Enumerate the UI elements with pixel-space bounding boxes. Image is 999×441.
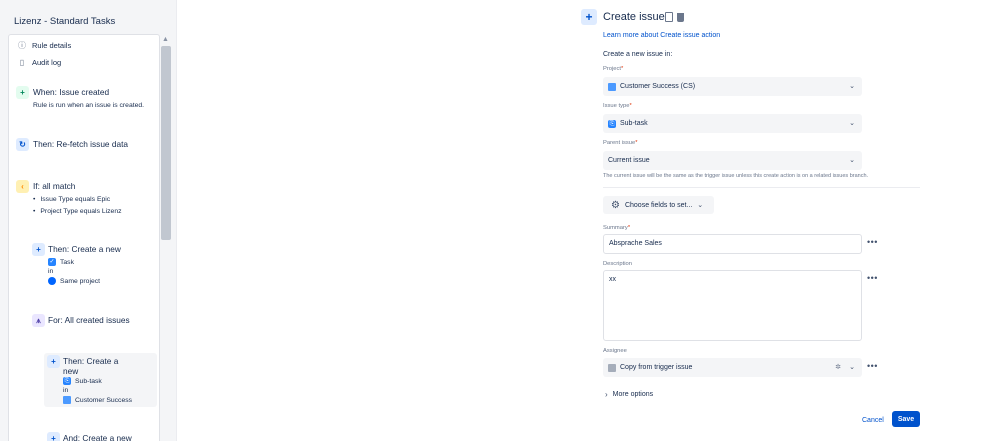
project-icon (63, 396, 71, 404)
subtask-icon: ⎘ (608, 119, 616, 128)
summary-label: Summary* (603, 225, 631, 231)
refetch-node[interactable]: Then: Re-fetch issue data (33, 139, 128, 149)
task-icon: ✓ (48, 258, 56, 266)
condition-bullet: Project Type equals Lizenz (33, 208, 121, 215)
audit-log-link[interactable]: ▯ Audit log (18, 58, 61, 67)
intro-text: Create a new issue in: (603, 51, 673, 58)
rule-sidebar: Lizenz - Standard Tasks ▲ ⓘ Rule details… (0, 0, 177, 441)
create-node[interactable]: Then: Create a new (48, 244, 121, 254)
cancel-button[interactable]: Cancel (858, 413, 888, 427)
rule-title: Lizenz - Standard Tasks (14, 16, 116, 27)
more-options-label: More options (612, 391, 654, 398)
assignee-value: Copy from trigger issue (620, 364, 693, 371)
save-button[interactable]: Save (892, 411, 920, 427)
project-value: Customer Success (CS) (620, 83, 696, 90)
subtask-icon: ⎘ (63, 377, 71, 385)
chevron-down-icon: ⌄ (849, 157, 855, 164)
description-label: Description (603, 261, 632, 267)
scroll-up-icon[interactable]: ▲ (162, 36, 169, 43)
create-icon: + (47, 432, 60, 441)
trigger-icon: + (16, 86, 29, 99)
issue-type-value: Sub-task (620, 120, 648, 127)
document-icon: ▯ (19, 58, 25, 67)
chevron-down-icon: ⌄ (697, 202, 704, 209)
chevron-down-icon: ⌄ (849, 83, 855, 90)
page-title: Create issue (603, 11, 665, 23)
create-node-selected-line2: new (63, 366, 79, 376)
create-issue-icon: + (581, 9, 597, 25)
issue-type-select[interactable]: ⎘ Sub-task ⌄ (603, 114, 862, 133)
rule-details-label: Rule details (32, 41, 72, 50)
project-value: Same project (48, 277, 100, 285)
chevron-down-icon: ⌄ (849, 364, 855, 371)
in-text: in (63, 387, 69, 394)
globe-icon (48, 277, 56, 285)
parent-helper-text: The current issue will be the same as th… (603, 173, 869, 179)
user-icon (608, 363, 616, 372)
info-icon: ⓘ (18, 41, 26, 50)
choose-fields-label: Choose fields to set... (624, 201, 693, 209)
audit-log-label: Audit log (32, 58, 62, 67)
in-text: in (48, 268, 54, 275)
create-node[interactable]: And: Create a new (63, 433, 132, 441)
description-more-icon[interactable]: ••• (867, 273, 878, 283)
for-node[interactable]: For: All created issues (48, 315, 130, 325)
assignee-label: Assignee (603, 348, 627, 354)
issue-type-label: Issue type* (603, 103, 632, 109)
branch-icon: ⩚ (32, 314, 45, 327)
choose-fields-button[interactable]: ⚙ Choose fields to set... ⌄ (603, 196, 714, 214)
trigger-node[interactable]: When: Issue created (33, 87, 109, 97)
project-icon (608, 82, 616, 91)
summary-more-icon[interactable]: ••• (867, 237, 878, 247)
parent-issue-value: Current issue (608, 157, 650, 164)
rule-details-link[interactable]: ⓘ Rule details (18, 40, 71, 51)
learn-more-link[interactable]: Learn more about Create issue action (603, 32, 720, 39)
assignee-more-icon[interactable]: ••• (867, 361, 878, 371)
condition-icon: ‹ (16, 180, 29, 193)
more-options-toggle[interactable]: › More options (605, 390, 653, 399)
create-icon: + (32, 243, 45, 256)
condition-node[interactable]: If: all match (33, 181, 75, 191)
chevron-down-icon: ⌄ (849, 120, 855, 127)
create-icon: + (47, 355, 60, 368)
project-select[interactable]: Customer Success (CS) ⌄ (603, 77, 862, 96)
summary-field[interactable]: Absprache Sales (603, 234, 862, 254)
scroll-thumb[interactable] (161, 46, 171, 240)
trash-icon[interactable] (677, 13, 684, 22)
project-label: Project* (603, 66, 624, 72)
gear-icon: ⚙ (611, 199, 620, 211)
parent-issue-label: Parent issue* (603, 140, 638, 146)
trigger-description: Rule is run when an issue is created. (33, 102, 145, 109)
parent-issue-select[interactable]: Current issue ⌄ (603, 151, 862, 170)
create-node-selected[interactable]: Then: Create a (63, 356, 118, 366)
issue-type-value: ⎘ Sub-task (63, 377, 102, 385)
copy-icon[interactable] (665, 12, 673, 22)
clear-icon[interactable]: ✲ (835, 363, 841, 371)
description-field[interactable]: xx (603, 270, 862, 341)
issue-type-value: ✓ Task (48, 258, 74, 266)
chevron-right-icon: › (605, 390, 608, 399)
divider (603, 187, 920, 188)
refresh-icon: ↻ (16, 138, 29, 151)
condition-bullet: Issue Type equals Epic (33, 196, 110, 203)
assignee-select[interactable]: Copy from trigger issue ✲ ⌄ (603, 358, 862, 377)
project-value: Customer Success (63, 396, 132, 404)
